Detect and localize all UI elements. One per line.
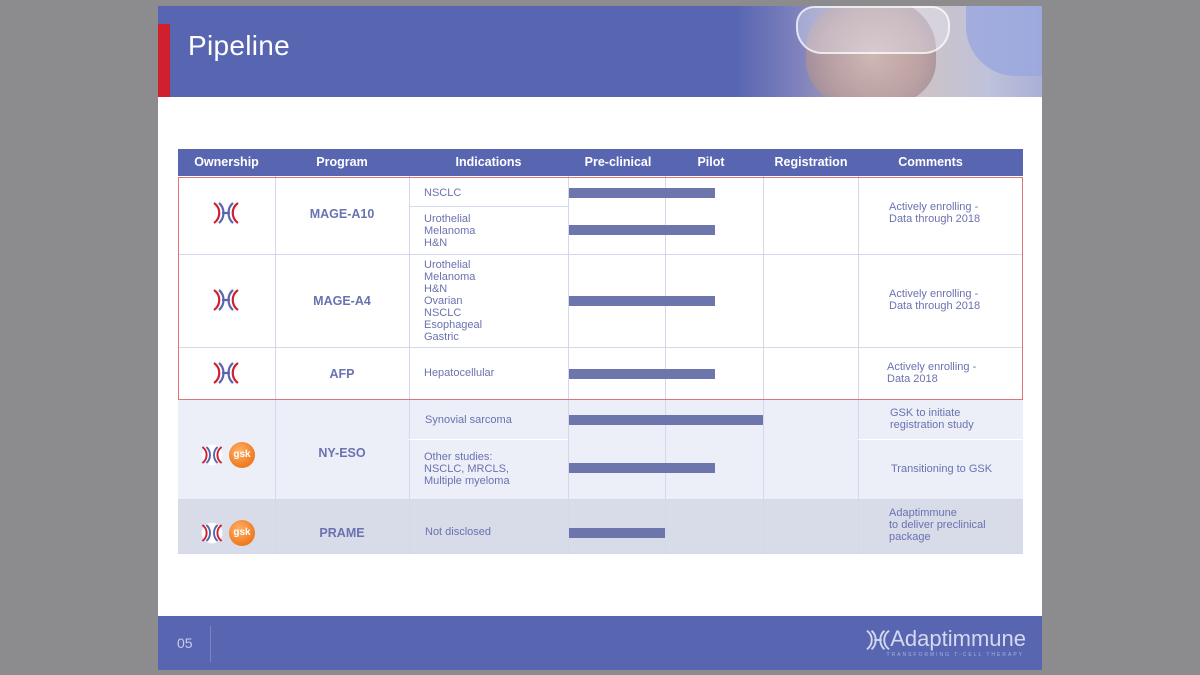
- progress-bar: [569, 296, 715, 306]
- progress-bar: [569, 415, 763, 425]
- table-header: Ownership Program Indications Pre-clinic…: [178, 149, 1023, 176]
- comment-ny-eso-1: GSK to initiate registration study: [890, 407, 974, 431]
- slide: Pipeline Ownership Program Indications P…: [158, 6, 1042, 670]
- program-afp: AFP: [329, 367, 355, 381]
- col-indications: Indications: [455, 155, 522, 169]
- brand-tagline: TRANSFORMING T-CELL THERAPY: [886, 652, 1024, 658]
- header-banner: Pipeline: [158, 6, 1042, 97]
- col-registration: Registration: [774, 155, 848, 169]
- page-title: Pipeline: [188, 30, 291, 61]
- comment-mage-a10: Actively enrolling - Data through 2018: [889, 201, 981, 225]
- researcher-photo: [736, 6, 1042, 97]
- col-preclinical: Pre-clinical: [584, 155, 652, 169]
- adaptimmune-logo-icon: [211, 200, 241, 226]
- program-mage-a10: MAGE-A10: [309, 207, 375, 221]
- indication-list: Urothelial Melanoma H&N Ovarian NSCLC Es…: [424, 259, 483, 343]
- col-program: Program: [316, 155, 368, 169]
- page-number: 05: [177, 635, 193, 651]
- indication-synovial-sarcoma: Synovial sarcoma: [425, 414, 512, 426]
- gsk-logo: gsk: [229, 442, 255, 468]
- footer: 05 Adaptimmune TRANSFORMING T-CELL THERA…: [158, 616, 1042, 670]
- progress-bar: [569, 528, 665, 538]
- program-mage-a4: MAGE-A4: [313, 294, 371, 308]
- comment-ny-eso-2: Transitioning to GSK: [891, 463, 993, 475]
- adaptimmune-logo-icon: [211, 360, 241, 386]
- brand-name: Adaptimmune: [890, 626, 1026, 651]
- progress-bar: [569, 188, 715, 198]
- indication-nsclc: NSCLC: [424, 187, 462, 199]
- col-comments: Comments: [898, 155, 963, 169]
- progress-bar: [569, 369, 715, 379]
- col-ownership: Ownership: [194, 155, 259, 169]
- col-pilot: Pilot: [697, 155, 725, 169]
- adaptimmune-logo-icon: [200, 522, 224, 544]
- indication-hepatocellular: Hepatocellular: [424, 367, 495, 379]
- adaptimmune-logo-icon: [200, 444, 224, 466]
- adaptimmune-logo-icon: [211, 287, 241, 313]
- indication-not-disclosed: Not disclosed: [425, 526, 492, 538]
- indication-urothelial-group: Urothelial Melanoma H&N: [424, 213, 476, 249]
- comment-afp: Actively enrolling - Data 2018: [887, 361, 977, 385]
- program-prame: PRAME: [319, 526, 365, 540]
- program-ny-eso: NY-ESO: [318, 446, 366, 460]
- progress-bar: [569, 225, 715, 235]
- comment-prame: Adaptimmune to deliver preclinical packa…: [889, 507, 986, 543]
- indication-other-studies: Other studies: NSCLC, MRCLS, Multiple my…: [424, 451, 510, 487]
- title-accent-bar: [158, 24, 170, 97]
- progress-bar: [569, 463, 715, 473]
- gsk-logo: gsk: [229, 520, 255, 546]
- comment-mage-a4: Actively enrolling - Data through 2018: [889, 288, 981, 312]
